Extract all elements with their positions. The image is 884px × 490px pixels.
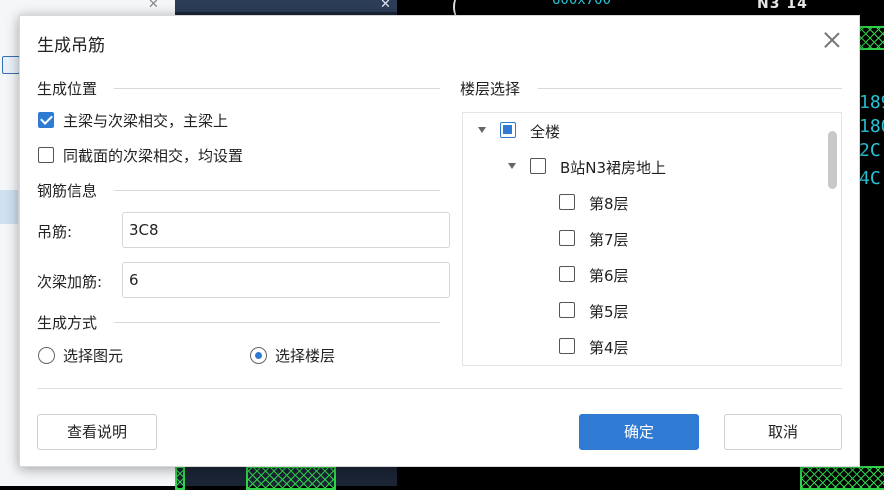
select-floor-label: 选择楼层 <box>275 347 336 365</box>
main-beam-label: 主梁与次梁相交，主梁上 <box>63 112 229 130</box>
floor-section-title: 楼层选择 <box>460 80 521 98</box>
tree-checkbox-floor[interactable] <box>559 338 575 354</box>
section-divider <box>114 88 440 89</box>
footer-divider <box>37 388 842 389</box>
hanger-input[interactable]: 3C8 <box>122 212 450 248</box>
select-element-label: 选择图元 <box>63 347 124 365</box>
tree-checkbox-floor[interactable] <box>559 194 575 210</box>
method-section-title: 生成方式 <box>37 314 98 332</box>
select-element-radio[interactable] <box>38 347 55 364</box>
cad-dimension-text: 600x700 <box>552 0 612 8</box>
hatch-area <box>175 466 185 490</box>
floor-tree[interactable]: 全楼 B站N3裙房地上 第8层 第7层 第6层 第5层 第4层 <box>462 112 842 366</box>
select-floor-radio[interactable] <box>250 347 267 364</box>
help-button[interactable]: 查看说明 <box>37 414 157 450</box>
tree-checkbox-floor[interactable] <box>559 302 575 318</box>
rebar-section-title: 钢筋信息 <box>37 182 98 200</box>
extra-stirrup-input[interactable]: 6 <box>122 262 450 298</box>
tree-label-building: B站N3裙房地上 <box>560 159 667 177</box>
tree-checkbox-floor[interactable] <box>559 266 575 282</box>
tree-checkbox-building[interactable] <box>530 158 546 174</box>
same-section-label: 同截面的次梁相交，均设置 <box>63 147 244 165</box>
tree-scrollbar[interactable] <box>828 131 837 189</box>
main-beam-checkbox[interactable] <box>38 112 54 128</box>
section-divider <box>538 88 842 89</box>
tree-label-floor: 第7层 <box>589 231 629 249</box>
ok-button[interactable]: 确定 <box>579 414 699 450</box>
tree-label-floor: 第5层 <box>589 303 629 321</box>
cad-label: N3 14 <box>757 0 808 12</box>
tree-label-all: 全楼 <box>530 123 561 141</box>
hatch-area <box>800 466 884 490</box>
dialog-title: 生成吊筋 <box>37 36 105 56</box>
tree-checkbox-floor[interactable] <box>559 230 575 246</box>
close-tab-icon[interactable]: ✕ <box>148 0 159 12</box>
selected-row <box>0 190 18 224</box>
same-section-checkbox[interactable] <box>38 147 54 163</box>
close-tab-icon[interactable]: ✕ <box>380 0 391 12</box>
cad-side-text: 4C <box>859 168 881 189</box>
expand-arrow-icon[interactable] <box>478 127 486 133</box>
cad-side-text: 2C <box>859 140 881 161</box>
position-section-title: 生成位置 <box>37 80 98 98</box>
panel-header <box>175 0 397 12</box>
hatch-area <box>246 466 336 490</box>
tree-checkbox-all[interactable] <box>500 122 516 138</box>
cad-side-text: 189 <box>859 92 884 113</box>
copy-tool-icon[interactable] <box>2 56 20 74</box>
extra-stirrup-label: 次梁加筋: <box>37 273 103 291</box>
generate-hanger-dialog: 生成吊筋 生成位置 主梁与次梁相交，主梁上 同截面的次梁相交，均设置 钢筋信息 … <box>19 15 860 467</box>
tree-label-floor: 第4层 <box>589 339 629 357</box>
cad-side-text: 180 <box>859 116 884 137</box>
section-divider <box>114 322 440 323</box>
expand-arrow-icon[interactable] <box>508 163 516 169</box>
hanger-label: 吊筋: <box>37 223 73 241</box>
tree-label-floor: 第8层 <box>589 195 629 213</box>
close-icon[interactable] <box>821 29 843 51</box>
tree-label-floor: 第6层 <box>589 267 629 285</box>
cancel-button[interactable]: 取消 <box>724 414 842 450</box>
section-divider <box>114 190 440 191</box>
